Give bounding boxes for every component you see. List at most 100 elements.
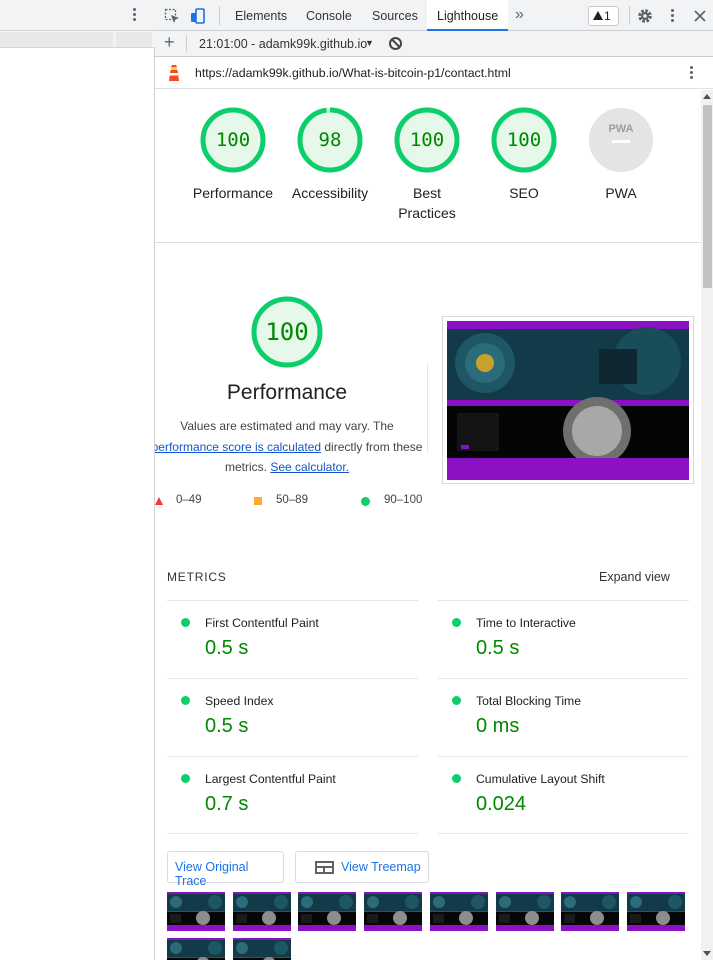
page-menu-icon[interactable] [131,8,137,24]
scroll-up-arrow-icon[interactable] [703,94,711,99]
pwa-gauge[interactable]: PWA [588,107,654,173]
report-url-bar: https://adamk99k.github.io/What-is-bitco… [155,57,713,89]
legend-fail: 0–49 [176,494,202,506]
first-contentful-paint-value: 0.5 s [205,637,249,659]
seo-label: SEO [509,185,539,201]
close-devtools-icon[interactable] [692,8,708,24]
metric-divider [167,600,418,601]
legend-pass: 90–100 [384,494,423,506]
view-original-trace-button[interactable]: View Original Trace [167,851,284,888]
ruler-segment [0,32,113,47]
lighthouse-toolbar: + 21:01:00 - adamk99k.github.io ▼ [155,31,713,57]
pass-circle-icon [452,618,461,627]
time-to-interactive-label: Time to Interactive [476,616,576,630]
ruler-segment [116,32,152,47]
toolbar-separator [186,35,187,52]
new-report-icon[interactable]: + [164,32,175,53]
metric-divider [438,833,689,834]
tab-separator [629,6,630,25]
performance-gauge[interactable]: 100 [200,107,266,173]
accessibility-gauge[interactable]: 98 [297,107,363,173]
metric-divider [438,678,689,679]
legend-average: 50–89 [276,494,308,506]
first-contentful-paint-label: First Contentful Paint [205,616,319,630]
report-selector[interactable]: 21:01:00 - adamk99k.github.io [199,37,367,51]
filmstrip-frame [429,892,488,931]
metric-divider [438,600,689,601]
clear-reports-icon[interactable] [389,37,402,50]
warning-icon [593,11,603,20]
metric-divider [167,833,418,834]
best-practices-score: 100 [409,129,445,151]
expand-view-toggle[interactable]: Expand view [599,570,670,584]
page-screenshot-image [447,321,689,480]
pwa-badge-text: PWA [608,123,633,135]
filmstrip-frame [233,938,291,960]
seo-gauge[interactable]: 100 [491,107,557,173]
report-scrollbar[interactable] [701,90,713,960]
filmstrip-frame [167,892,225,931]
speed-index-value: 0.5 s [205,715,249,737]
pass-circle-icon [181,696,190,705]
best-practices-gauge[interactable]: 100 [394,107,460,173]
performance-gauge-large: 100 [250,295,324,369]
total-blocking-time-value: 0 ms [476,715,520,737]
settings-gear-icon[interactable] [637,8,653,24]
page-toolbar [0,0,155,31]
warnings-badge[interactable]: 1 [588,6,619,26]
pass-circle-icon [181,618,190,627]
tab-elements[interactable]: Elements [235,0,287,31]
page-ruler [0,31,155,48]
filmstrip-frame [364,892,423,931]
pass-circle-icon [181,774,190,783]
tab-sources[interactable]: Sources [372,0,418,31]
score-calculation-link[interactable]: performance score is calculated [155,440,321,454]
gauge-ring: PWA [589,108,653,172]
pass-circle-icon [452,774,461,783]
devtools-panel: Elements Console Sources Lighthouse » 1 … [155,0,713,960]
seo-score: 100 [506,129,542,151]
largest-contentful-paint-value: 0.7 s [205,793,249,815]
column-divider [427,363,428,453]
scroll-thumb[interactable] [703,105,712,288]
pass-circle-icon [361,497,370,506]
filmstrip-frame [495,892,554,931]
tab-separator [219,6,220,25]
scroll-down-arrow-icon[interactable] [703,951,711,956]
accessibility-score: 98 [318,129,342,151]
view-treemap-button[interactable]: View Treemap [295,851,429,883]
pass-circle-icon [452,696,461,705]
more-tabs-icon[interactable]: » [515,0,524,31]
fail-triangle-icon [155,497,163,505]
metric-divider [167,756,418,757]
devtools-tabbar: Elements Console Sources Lighthouse » 1 [155,0,713,31]
report-url: https://adamk99k.github.io/What-is-bitco… [195,66,511,80]
metric-divider [167,678,418,679]
filmstrip-frame [626,892,685,931]
performance-score: 100 [265,318,309,346]
speed-index-label: Speed Index [205,694,274,708]
metrics-heading: METRICS [167,570,227,584]
performance-score: 100 [215,129,251,151]
time-to-interactive-value: 0.5 s [476,637,520,659]
metric-divider [438,756,689,757]
customize-menu-icon[interactable] [669,9,675,25]
tab-lighthouse[interactable]: Lighthouse [427,0,509,31]
see-calculator-link[interactable]: See calculator. [270,460,349,474]
filmstrip-frame [232,892,291,931]
device-toolbar-icon[interactable] [190,8,206,24]
treemap-icon [315,861,334,874]
total-blocking-time-label: Total Blocking Time [476,694,581,708]
tab-console[interactable]: Console [306,0,352,31]
report-menu-icon[interactable] [688,66,694,82]
average-square-icon [254,497,262,505]
pwa-dash-icon [612,140,630,143]
section-divider [155,242,701,243]
final-screenshot[interactable] [442,316,694,484]
cumulative-layout-shift-label: Cumulative Layout Shift [476,772,605,786]
inspect-element-icon[interactable] [164,8,180,24]
accessibility-label: Accessibility [291,185,369,201]
dropdown-caret-icon[interactable]: ▼ [365,38,374,48]
performance-description: Values are estimated and may vary. The p… [155,416,426,478]
largest-contentful-paint-label: Largest Contentful Paint [205,772,336,786]
